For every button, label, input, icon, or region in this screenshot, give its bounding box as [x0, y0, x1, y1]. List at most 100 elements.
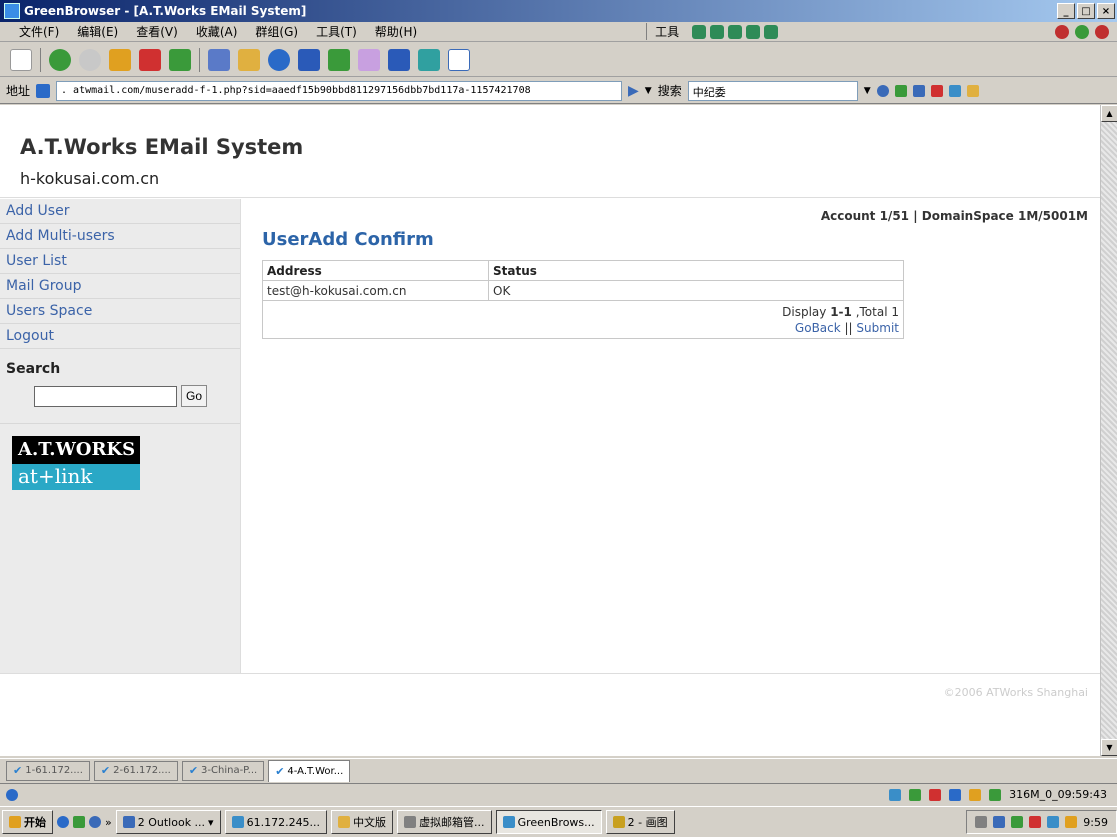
quicklaunch-icon[interactable]: [89, 816, 101, 828]
table-row: test@h-kokusai.com.cn OK: [262, 280, 904, 301]
taskbar-item-outlook[interactable]: 2 Outlook ... ▾: [115, 810, 221, 834]
site-title: A.T.Works EMail System: [20, 135, 304, 159]
ie-quicklaunch-icon[interactable]: [57, 816, 69, 828]
browser-tab[interactable]: ✔ 1-61.172....: [6, 760, 90, 781]
tools-icon[interactable]: [328, 48, 350, 71]
go-button[interactable]: Go: [181, 385, 208, 407]
flash-icon[interactable]: [929, 788, 942, 801]
chevron-down-icon[interactable]: ▼: [864, 86, 871, 96]
green-icon[interactable]: [1075, 24, 1089, 39]
sidebar-item-add-user[interactable]: Add User: [0, 199, 240, 224]
popup-icon[interactable]: [909, 788, 922, 801]
tianya-icon[interactable]: [948, 84, 961, 97]
browser-tab[interactable]: ✔ 2-61.172....: [93, 760, 178, 781]
new-page-icon[interactable]: [10, 48, 32, 71]
tool-icon[interactable]: [746, 24, 761, 39]
sidebar-item-user-list[interactable]: User List: [0, 249, 240, 274]
skin-icon[interactable]: [358, 48, 380, 71]
greenbrowser-icon: [502, 816, 515, 828]
browser-tab-active[interactable]: ✔ 4-A.T.Wor...: [268, 759, 351, 782]
taskbar-item-paint[interactable]: 2 - 画图: [605, 810, 675, 834]
outlook-icon: [122, 816, 135, 828]
security-icon[interactable]: [989, 788, 1002, 801]
tool-icon[interactable]: [728, 24, 743, 39]
submit-link[interactable]: Submit: [856, 321, 899, 335]
network-icon[interactable]: [1047, 816, 1060, 828]
help-icon[interactable]: [993, 816, 1006, 828]
atworks-logo: A.T.WORKS at+link: [12, 436, 140, 490]
taskbar-item-label: 2 - 画图: [627, 816, 668, 829]
tray-green-icon[interactable]: [1011, 816, 1024, 828]
chevron-down-icon: ▾: [208, 815, 214, 829]
url-input[interactable]: . atwmail.com/museradd-f-1.php?sid=aaedf…: [56, 80, 623, 101]
menu-edit[interactable]: 编辑(E): [68, 23, 127, 40]
tab-label: 1-61.172....: [25, 765, 83, 776]
baidu-icon[interactable]: [894, 84, 907, 97]
chevron-down-icon[interactable]: ▼: [645, 86, 652, 96]
antivirus-icon[interactable]: [1029, 816, 1042, 828]
close-button[interactable]: ×: [1097, 3, 1115, 19]
tools-toolbar-label: 工具: [646, 23, 688, 40]
greenbrowser-quicklaunch-icon[interactable]: [73, 816, 85, 828]
menu-view[interactable]: 查看(V): [127, 23, 187, 40]
menu-file[interactable]: 文件(F): [10, 23, 68, 40]
stop-icon[interactable]: [1055, 24, 1069, 39]
taskbar-item-terminal[interactable]: 61.172.245...: [224, 810, 328, 834]
vertical-scrollbar[interactable]: ▲ ▼: [1100, 105, 1117, 756]
menu-favorites[interactable]: 收藏(A): [187, 23, 247, 40]
tool-icon[interactable]: [692, 24, 707, 39]
download-icon[interactable]: [889, 788, 902, 801]
globe-icon[interactable]: [268, 48, 290, 71]
address-bar: 地址 . atwmail.com/museradd-f-1.php?sid=aa…: [0, 78, 1117, 104]
taskbar-item-mailbox[interactable]: 虚拟邮箱管...: [397, 810, 492, 834]
proxy-icon[interactable]: [949, 788, 962, 801]
stop-icon[interactable]: [139, 48, 161, 71]
taskbar-item-greenbrowser[interactable]: GreenBrows...: [495, 810, 602, 834]
quicklaunch-more-icon[interactable]: »: [105, 816, 112, 829]
minimize-button[interactable]: _: [1057, 3, 1075, 19]
sidebar-item-mail-group[interactable]: Mail Group: [0, 274, 240, 299]
menu-help[interactable]: 帮助(H): [366, 23, 426, 40]
menu-group[interactable]: 群组(G): [246, 23, 307, 40]
search-engine-icon[interactable]: [876, 84, 889, 97]
result-table: Address Status test@h-kokusai.com.cn OK …: [262, 260, 904, 339]
search-input[interactable]: [34, 385, 177, 407]
refresh-icon[interactable]: [169, 48, 191, 71]
maximize-button[interactable]: □: [1077, 3, 1095, 19]
goback-link[interactable]: GoBack: [795, 321, 841, 335]
highlight-icon[interactable]: [966, 84, 979, 97]
save-icon[interactable]: [388, 48, 410, 71]
screen-icon[interactable]: [418, 48, 440, 71]
favorites-icon[interactable]: [238, 48, 260, 71]
web-search-input[interactable]: 中纪委: [687, 80, 858, 101]
taskbar-item-folder[interactable]: 中文版: [331, 810, 394, 834]
logo-bottom-text: at+link: [12, 464, 140, 490]
notepad-icon[interactable]: [448, 48, 470, 71]
menu-tools[interactable]: 工具(T): [307, 23, 366, 40]
ime-icon[interactable]: [1065, 816, 1078, 828]
tool-icon[interactable]: [710, 24, 725, 39]
start-button[interactable]: 开始: [2, 810, 53, 834]
tool-icon[interactable]: [764, 24, 779, 39]
scroll-up-icon[interactable]: ▲: [1101, 105, 1117, 122]
keyboard-icon[interactable]: [975, 816, 988, 828]
browser-tab[interactable]: ✔ 3-China-P...: [181, 760, 265, 781]
hand-icon[interactable]: [969, 788, 982, 801]
google-icon[interactable]: [912, 84, 925, 97]
go-arrow-icon[interactable]: ▶: [628, 83, 639, 99]
sidebar-item-add-multi-users[interactable]: Add Multi-users: [0, 224, 240, 249]
sidebar-item-users-space[interactable]: Users Space: [0, 299, 240, 324]
close-all-icon[interactable]: [1095, 24, 1109, 39]
toolbar-divider: [40, 47, 41, 72]
forward-icon[interactable]: [79, 48, 101, 71]
sidebar-item-logout[interactable]: Logout: [0, 324, 240, 349]
taskbar-item-label: 61.172.245...: [246, 815, 321, 829]
scroll-down-icon[interactable]: ▼: [1101, 739, 1117, 756]
tab-label: 4-A.T.Wor...: [287, 765, 344, 777]
home-icon[interactable]: [109, 48, 131, 71]
back-icon[interactable]: [49, 48, 71, 71]
history-icon[interactable]: [208, 48, 230, 71]
address-label: 地址: [6, 84, 31, 98]
undo-icon[interactable]: [298, 48, 320, 71]
sohu-icon[interactable]: [930, 84, 943, 97]
